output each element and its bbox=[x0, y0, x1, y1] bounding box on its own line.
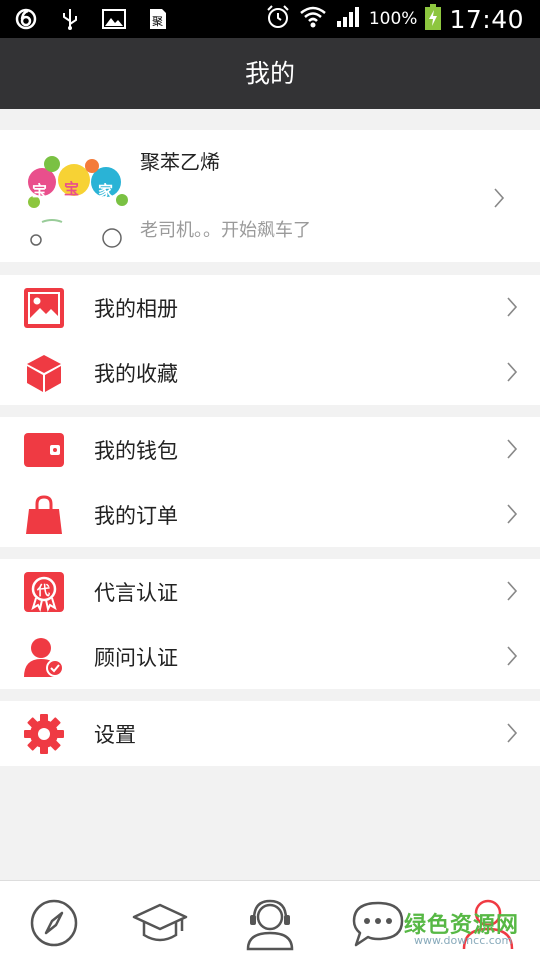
menu-label: 顾问认证 bbox=[94, 646, 178, 670]
menu-item-album[interactable]: 我的相册 bbox=[0, 275, 540, 340]
chevron-right-icon bbox=[506, 722, 518, 744]
chat-bubble-icon[interactable] bbox=[350, 895, 406, 951]
chevron-right-icon bbox=[506, 438, 518, 460]
svg-text:聚: 聚 bbox=[152, 15, 163, 28]
menu-group-3: 代 代言认证 顾问认证 bbox=[0, 559, 540, 689]
menu-label: 我的相册 bbox=[94, 297, 178, 321]
menu-group-4: 设置 bbox=[0, 701, 540, 766]
menu-item-advisor-cert[interactable]: 顾问认证 bbox=[0, 624, 540, 689]
watermark: 绿色资源网 www.downcc.com bbox=[404, 907, 519, 947]
avatar[interactable]: 宝 宝 家 bbox=[22, 142, 130, 250]
profile-name: 聚苯乙烯 bbox=[140, 150, 220, 174]
box-icon bbox=[24, 353, 64, 393]
spokesman-badge-text: 代 bbox=[37, 584, 51, 599]
headset-user-icon[interactable] bbox=[242, 895, 298, 951]
picture-icon bbox=[24, 288, 64, 328]
chevron-right-icon bbox=[506, 580, 518, 602]
spokesman-badge-icon: 代 bbox=[24, 572, 64, 612]
usb-icon bbox=[58, 7, 82, 31]
menu-label: 我的钱包 bbox=[94, 439, 178, 463]
chevron-right-icon bbox=[506, 645, 518, 667]
menu-label: 代言认证 bbox=[94, 581, 178, 605]
menu-item-wallet[interactable]: 我的钱包 bbox=[0, 417, 540, 482]
chevron-right-icon bbox=[506, 503, 518, 525]
menu-label: 我的订单 bbox=[94, 504, 178, 528]
status-bar: 聚 100% 17:40 bbox=[0, 0, 540, 38]
menu-label: 我的收藏 bbox=[94, 362, 178, 386]
watermark-url: www.downcc.com bbox=[414, 934, 513, 947]
wifi-icon bbox=[299, 5, 327, 33]
document-icon: 聚 bbox=[146, 7, 170, 31]
chevron-right-icon bbox=[493, 187, 505, 209]
avatar-text-1: 宝 bbox=[32, 182, 48, 200]
battery-charging-icon bbox=[425, 4, 442, 34]
menu-item-orders[interactable]: 我的订单 bbox=[0, 482, 540, 547]
graduation-cap-icon[interactable] bbox=[132, 895, 188, 951]
gear-icon bbox=[24, 714, 64, 754]
shopping-bag-icon bbox=[24, 495, 64, 535]
chevron-right-icon bbox=[506, 361, 518, 383]
app-notification-icon bbox=[14, 7, 38, 31]
image-icon bbox=[102, 7, 126, 31]
menu-group-2: 我的钱包 我的订单 bbox=[0, 417, 540, 547]
avatar-text-2: 宝 bbox=[64, 180, 80, 198]
menu-item-favorites[interactable]: 我的收藏 bbox=[0, 340, 540, 405]
profile-signature: 老司机。。开始飙车了 bbox=[140, 220, 311, 241]
menu-group-1: 我的相册 我的收藏 bbox=[0, 275, 540, 405]
menu-item-settings[interactable]: 设置 bbox=[0, 701, 540, 766]
clock: 17:40 bbox=[449, 4, 524, 34]
menu-item-spokesman-cert[interactable]: 代 代言认证 bbox=[0, 559, 540, 624]
battery-percentage: 100% bbox=[368, 9, 418, 29]
page-title: 我的 bbox=[0, 38, 540, 109]
alarm-icon bbox=[265, 4, 291, 34]
chevron-right-icon bbox=[506, 296, 518, 318]
compass-icon[interactable] bbox=[26, 895, 82, 951]
profile-card[interactable]: 宝 宝 家 bbox=[0, 130, 540, 262]
menu-label: 设置 bbox=[94, 723, 136, 747]
user-verified-icon bbox=[24, 637, 64, 677]
signal-icon bbox=[335, 5, 361, 33]
avatar-text-3: 家 bbox=[98, 182, 114, 200]
wallet-icon bbox=[24, 430, 64, 470]
